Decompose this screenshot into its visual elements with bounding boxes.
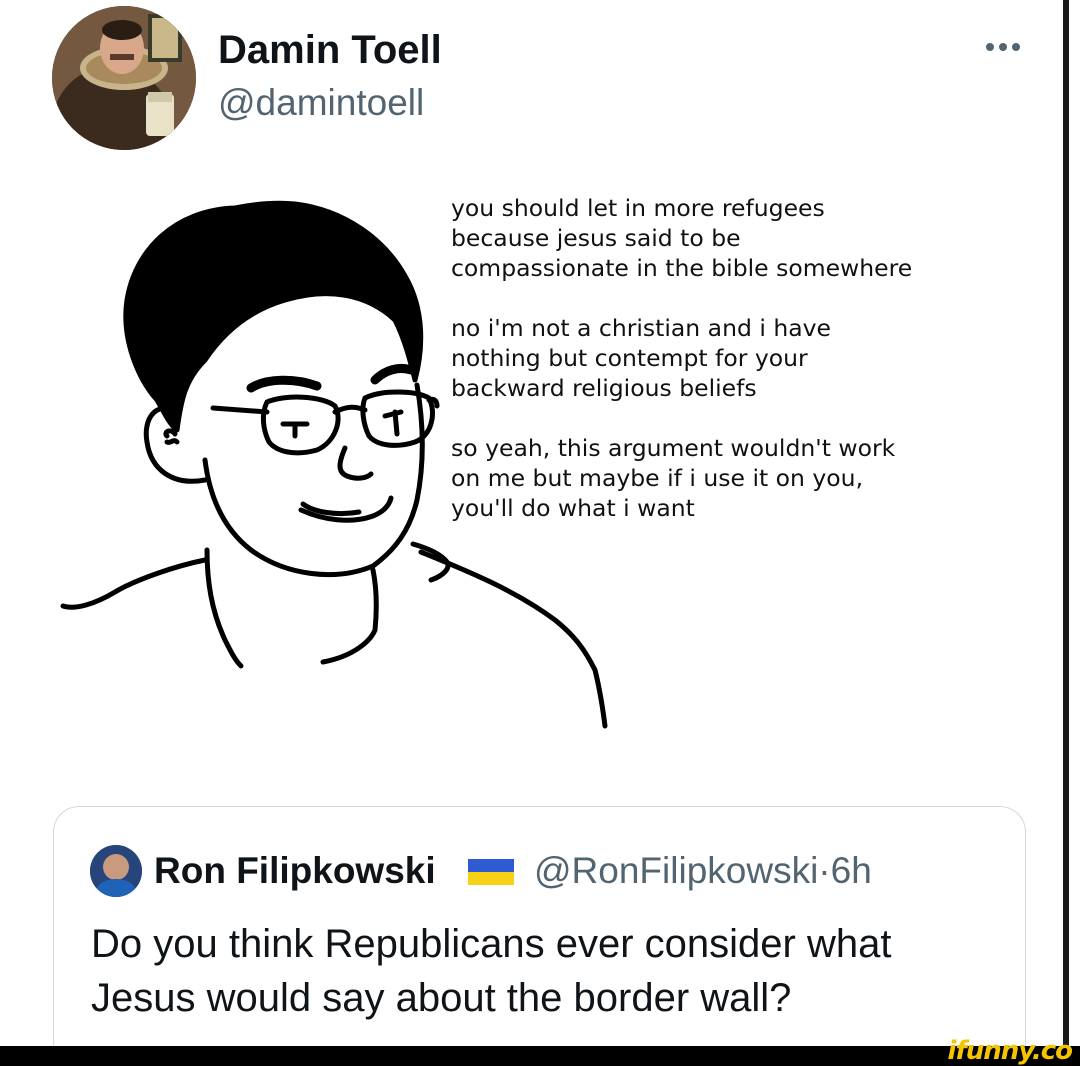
author-handle[interactable]: @damintoell	[218, 80, 424, 126]
meme-caption-paragraph: so yeah, this argument wouldn't work on …	[451, 434, 896, 522]
meme-caption-paragraph: you should let in more refugees because …	[451, 194, 913, 282]
ukraine-flag-icon	[468, 859, 514, 885]
quoted-author-handle[interactable]: @RonFilipkowski	[534, 850, 818, 891]
meme-caption: you should let in more refugees because …	[451, 193, 1011, 553]
author-display-name[interactable]: Damin Toell	[218, 26, 442, 74]
right-edge-border	[1063, 0, 1069, 1046]
quoted-author-avatar-image	[90, 845, 142, 897]
quoted-tweet-card[interactable]: Ron Filipkowski @RonFilipkowski·6h Do yo…	[53, 806, 1026, 1046]
quoted-tweet-timestamp[interactable]: 6h	[831, 850, 872, 891]
screenshot-page: Damin Toell @damintoell you should let i…	[0, 0, 1080, 1066]
meta-separator: ·	[818, 850, 831, 891]
author-avatar-image	[52, 6, 196, 150]
quoted-author-avatar[interactable]	[90, 845, 142, 897]
ifunny-watermark: ifunny.co	[947, 1036, 1073, 1066]
meme-caption-paragraph: no i'm not a christian and i have nothin…	[451, 314, 832, 402]
bottom-bar	[0, 1046, 1080, 1066]
quoted-author-meta: @RonFilipkowski·6h	[534, 847, 872, 895]
author-avatar[interactable]	[52, 6, 196, 150]
more-options-button[interactable]	[976, 30, 1030, 64]
ellipsis-icon	[986, 43, 1020, 51]
quoted-tweet-text: Do you think Republicans ever consider w…	[91, 922, 892, 1020]
quoted-author-display-name[interactable]: Ron Filipkowski	[154, 847, 436, 895]
